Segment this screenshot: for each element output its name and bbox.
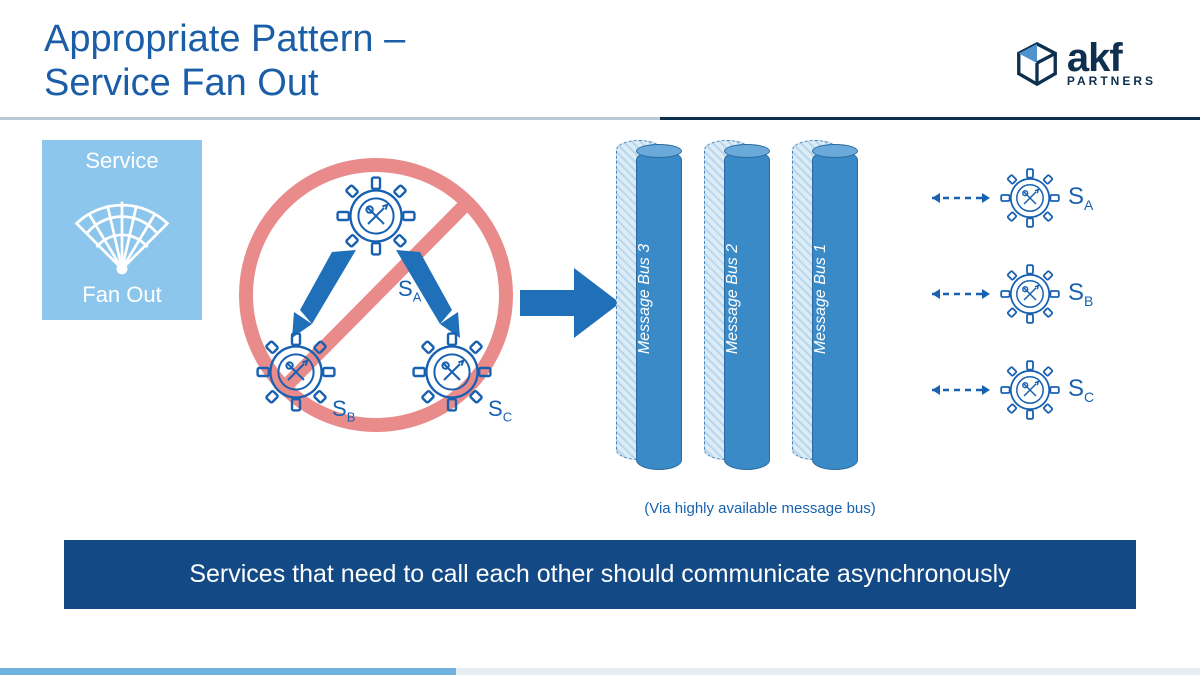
message-bus-1: Message Bus 1	[792, 140, 864, 470]
service-row-b: SB	[932, 246, 1152, 342]
gear-icon	[1000, 168, 1060, 228]
logo-brand-text: akf	[1067, 40, 1156, 76]
diagram-area: Service Fan Out	[0, 120, 1200, 580]
gear-icon	[412, 332, 492, 412]
summary-banner: Services that need to call each other sh…	[64, 540, 1136, 609]
logo-tagline: PARTNERS	[1067, 76, 1156, 87]
fan-card-top: Service	[48, 148, 196, 174]
label-service-b: SB	[332, 396, 355, 424]
gear-icon	[1000, 360, 1060, 420]
message-bus-3: Message Bus 3	[616, 140, 688, 470]
slide-header: Appropriate Pattern – Service Fan Out ak…	[0, 0, 1200, 105]
title-line-1: Appropriate Pattern –	[44, 18, 405, 60]
cube-icon	[1013, 40, 1061, 88]
gear-icon	[256, 332, 336, 412]
message-bus-group: Message Bus 3 Message Bus 2 Message Bus …	[616, 140, 876, 490]
bus-caption: (Via highly available message bus)	[600, 500, 920, 517]
fan-card-bottom: Fan Out	[48, 282, 196, 308]
double-arrow-icon	[932, 383, 992, 397]
service-row-a: SA	[932, 150, 1152, 246]
message-bus-2: Message Bus 2	[704, 140, 776, 470]
right-service-stack: SA SB SC	[932, 150, 1152, 438]
label-service-c: SC	[488, 396, 512, 424]
title-line-2: Service Fan Out	[44, 62, 319, 104]
anti-pattern-diagram: SA SB SC	[226, 140, 526, 450]
gear-icon	[336, 176, 416, 256]
label-service-b: SB	[1068, 279, 1093, 309]
double-arrow-icon	[932, 287, 992, 301]
gear-icon	[1000, 264, 1060, 324]
big-arrow-icon	[520, 268, 620, 338]
fan-icon	[67, 178, 177, 278]
slide-title: Appropriate Pattern – Service Fan Out	[44, 18, 405, 105]
footer-accent	[0, 668, 1200, 675]
label-service-a: SA	[398, 276, 421, 304]
label-service-a: SA	[1068, 183, 1093, 213]
brand-logo: akf PARTNERS	[1013, 18, 1156, 105]
service-row-c: SC	[932, 342, 1152, 438]
label-service-c: SC	[1068, 375, 1094, 405]
service-fan-out-card: Service Fan Out	[42, 140, 202, 320]
double-arrow-icon	[932, 191, 992, 205]
